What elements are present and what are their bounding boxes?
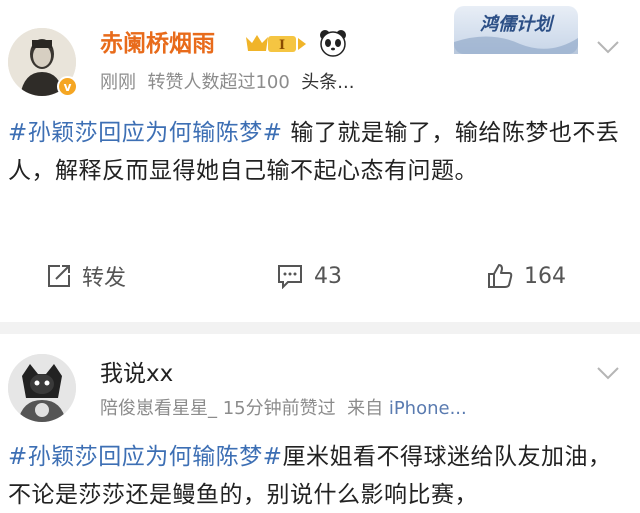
- comment-icon: [278, 265, 302, 289]
- from-label: 来自: [347, 398, 384, 419]
- like-icon: [488, 264, 513, 288]
- post-text: #孙颖莎回应为何输陈梦#厘米姐看不得球迷给队友加油，不论是莎莎还是鳗鱼的，别说什…: [8, 438, 630, 513]
- logo-text: 鸿儒计划: [480, 14, 555, 35]
- feed-post: 我说xx 陪俊崽看星星_ 15分钟前赞过 来自 iPhone... #孙颖莎回应…: [0, 334, 640, 513]
- post-time: 刚刚: [100, 72, 136, 93]
- post-text: #孙颖莎回应为何输陈梦# 输了就是输了，输给陈梦也不丢人，解释反而显得她自己输不…: [8, 114, 630, 190]
- repost-button[interactable]: 转发: [46, 258, 126, 294]
- comment-button[interactable]: 43: [276, 258, 342, 294]
- repost-stat: 转赞人数超过100: [147, 72, 290, 93]
- username[interactable]: 我说xx: [100, 360, 173, 388]
- device-source[interactable]: iPhone...: [389, 398, 467, 419]
- action-bar: 转发 43 164: [0, 258, 640, 294]
- post-divider: [0, 322, 640, 334]
- hashtag-link[interactable]: #孙颖莎回应为何输陈梦#: [8, 444, 283, 470]
- chevron-down-icon[interactable]: [596, 366, 620, 380]
- like-button[interactable]: 164: [486, 258, 566, 294]
- username[interactable]: 赤阑桥烟雨: [100, 30, 215, 58]
- avatar[interactable]: [8, 354, 76, 422]
- post-source[interactable]: 头条...: [301, 72, 354, 93]
- hongru-plan-logo: 鸿儒计划: [454, 6, 578, 54]
- post-meta: 陪俊崽看星星_ 15分钟前赞过 来自 iPhone...: [100, 398, 467, 420]
- crown-level-icon[interactable]: I: [244, 31, 308, 57]
- badge-level: I: [279, 38, 285, 53]
- post-meta: 刚刚 转赞人数超过100 头条...: [100, 72, 354, 94]
- repost-icon: [48, 265, 70, 287]
- chevron-down-icon[interactable]: [596, 40, 620, 54]
- like-count: 164: [524, 263, 566, 289]
- hashtag-link[interactable]: #孙颖莎回应为何输陈梦#: [8, 120, 283, 146]
- repost-label: 转发: [82, 266, 127, 291]
- liked-by: 陪俊崽看星星_ 15分钟前赞过: [100, 398, 336, 419]
- verified-badge-icon: v: [57, 76, 78, 97]
- panda-icon: [320, 30, 346, 57]
- feed-post: v 赤阑桥烟雨 I 刚刚 转赞人数超过100 头条... 鸿儒计划 #孙颖莎回应…: [0, 0, 640, 322]
- comment-count: 43: [314, 263, 342, 289]
